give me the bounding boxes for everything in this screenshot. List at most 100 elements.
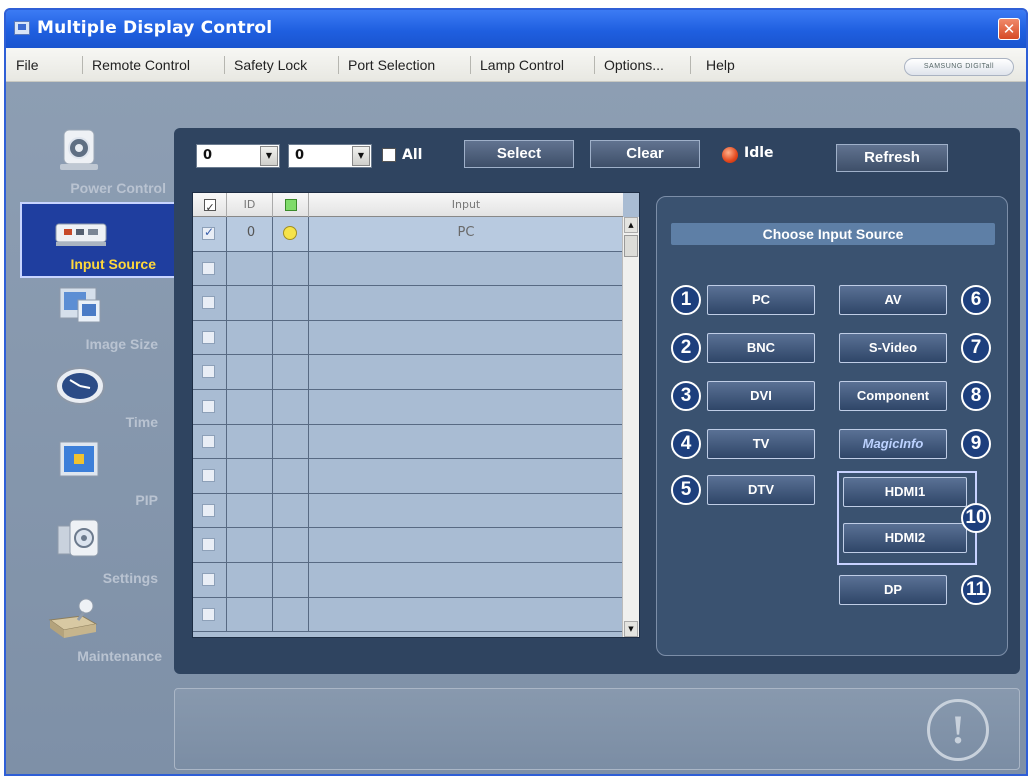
menu-lamp-control[interactable]: Lamp Control xyxy=(480,57,564,73)
status-indicator-icon xyxy=(722,147,738,163)
menu-file[interactable]: File xyxy=(16,57,39,73)
source-dtv-button[interactable]: DTV xyxy=(707,475,815,505)
number-badge: 2 xyxy=(671,333,701,363)
select-button[interactable]: Select xyxy=(464,140,574,168)
nav-label: Power Control xyxy=(70,180,166,196)
source-bnc-button[interactable]: BNC xyxy=(707,333,815,363)
number-badge: 1 xyxy=(671,285,701,315)
row-checkbox[interactable] xyxy=(202,538,215,552)
row-id: 0 xyxy=(246,225,256,240)
id-end-combo[interactable]: 0 ▼ xyxy=(288,144,372,168)
nav-label: Maintenance xyxy=(77,648,162,664)
table-row[interactable] xyxy=(193,562,623,598)
header-select-all[interactable]: ✓ xyxy=(193,193,227,217)
input-source-panel: Choose Input Source 1 PC 2 BNC 3 DVI 4 T… xyxy=(656,196,1008,656)
table-row[interactable] xyxy=(193,320,623,356)
combo-value: 0 xyxy=(295,148,305,163)
source-pc-button[interactable]: PC xyxy=(707,285,815,315)
nav-image-size[interactable]: Image Size xyxy=(20,280,176,356)
info-icon: ! xyxy=(927,699,989,761)
clear-button[interactable]: Clear xyxy=(590,140,700,168)
chevron-down-icon[interactable]: ▼ xyxy=(260,146,278,166)
scroll-up-icon[interactable]: ▲ xyxy=(624,217,638,233)
table-row[interactable] xyxy=(193,493,623,529)
source-tv-button[interactable]: TV xyxy=(707,429,815,459)
row-checkbox[interactable] xyxy=(202,434,215,448)
nav-maintenance[interactable]: Maintenance xyxy=(20,592,176,668)
source-av-button[interactable]: AV xyxy=(839,285,947,315)
number-badge: 11 xyxy=(961,575,991,605)
menu-safety-lock[interactable]: Safety Lock xyxy=(234,57,307,73)
menu-options[interactable]: Options... xyxy=(604,57,664,73)
header-id: ID xyxy=(227,193,273,217)
grid-scrollbar[interactable]: ▲ ▼ xyxy=(622,217,639,637)
pip-icon xyxy=(59,441,99,477)
row-checkbox[interactable] xyxy=(202,469,215,483)
nav-label: Input Source xyxy=(70,256,156,272)
menu-port-selection[interactable]: Port Selection xyxy=(348,57,435,73)
status-header-icon xyxy=(284,199,297,211)
nav-input-source[interactable]: Input Source xyxy=(20,202,176,278)
scroll-thumb[interactable] xyxy=(624,235,638,257)
table-row[interactable] xyxy=(193,597,623,633)
maintenance-icon xyxy=(48,598,98,638)
row-checkbox[interactable] xyxy=(202,399,215,413)
table-row[interactable] xyxy=(193,424,623,460)
source-component-button[interactable]: Component xyxy=(839,381,947,411)
menu-separator xyxy=(82,56,83,74)
menu-help[interactable]: Help xyxy=(706,57,735,73)
table-row[interactable] xyxy=(193,459,623,494)
refresh-button[interactable]: Refresh xyxy=(836,144,948,172)
row-checkbox[interactable] xyxy=(202,225,215,240)
table-row[interactable] xyxy=(193,528,623,563)
all-label: All xyxy=(402,147,423,163)
image-size-icon xyxy=(59,287,101,323)
main-panel: 0 ▼ 0 ▼ All Select Clear Idle Refresh ✓ … xyxy=(174,128,1020,674)
close-button[interactable]: ✕ xyxy=(998,18,1020,40)
row-checkbox[interactable] xyxy=(202,503,215,517)
table-row[interactable] xyxy=(193,355,623,390)
source-panel-title: Choose Input Source xyxy=(671,223,995,245)
source-hdmi1-button[interactable]: HDMI1 xyxy=(843,477,967,507)
source-dp-button[interactable]: DP xyxy=(839,575,947,605)
row-checkbox[interactable] xyxy=(202,365,215,379)
header-status xyxy=(273,193,309,217)
source-s-video-button[interactable]: S-Video xyxy=(839,333,947,363)
row-checkbox[interactable] xyxy=(202,607,215,621)
menu-separator xyxy=(594,56,595,74)
message-panel: ! xyxy=(174,688,1020,770)
source-magicinfo-button[interactable]: MagicInfo xyxy=(839,429,947,459)
menu-separator xyxy=(224,56,225,74)
client-area: Power Control Input Source Image Size Ti… xyxy=(6,82,1026,774)
table-row[interactable] xyxy=(193,389,623,425)
row-checkbox[interactable] xyxy=(202,296,215,310)
nav-pip[interactable]: PIP xyxy=(20,436,176,512)
nav-settings[interactable]: Settings xyxy=(20,514,176,590)
nav-power-control[interactable]: Power Control xyxy=(20,124,176,200)
nav-label: Settings xyxy=(102,570,158,586)
source-hdmi2-button[interactable]: HDMI2 xyxy=(843,523,967,553)
app-icon xyxy=(14,21,30,35)
number-badge: 9 xyxy=(961,429,991,459)
table-row[interactable] xyxy=(193,286,623,321)
id-start-combo[interactable]: 0 ▼ xyxy=(196,144,280,168)
app-window: Multiple Display Control ✕ File Remote C… xyxy=(4,8,1028,776)
row-checkbox[interactable] xyxy=(202,261,215,275)
menu-remote-control[interactable]: Remote Control xyxy=(92,57,190,73)
number-badge: 6 xyxy=(961,285,991,315)
source-dvi-button[interactable]: DVI xyxy=(707,381,815,411)
row-checkbox[interactable] xyxy=(202,330,215,344)
number-badge: 8 xyxy=(961,381,991,411)
scroll-down-icon[interactable]: ▼ xyxy=(624,621,638,637)
all-checkbox[interactable] xyxy=(382,148,396,162)
number-badge: 7 xyxy=(961,333,991,363)
combo-value: 0 xyxy=(203,148,213,163)
title-bar: Multiple Display Control ✕ xyxy=(6,10,1026,48)
power-status-icon xyxy=(283,226,297,240)
row-checkbox[interactable] xyxy=(202,572,215,586)
chevron-down-icon[interactable]: ▼ xyxy=(352,146,370,166)
nav-time[interactable]: Time xyxy=(20,358,176,434)
table-row[interactable]: 0 PC xyxy=(193,217,623,252)
table-row[interactable] xyxy=(193,251,623,287)
grid-header: ✓ ID Input xyxy=(193,193,623,217)
